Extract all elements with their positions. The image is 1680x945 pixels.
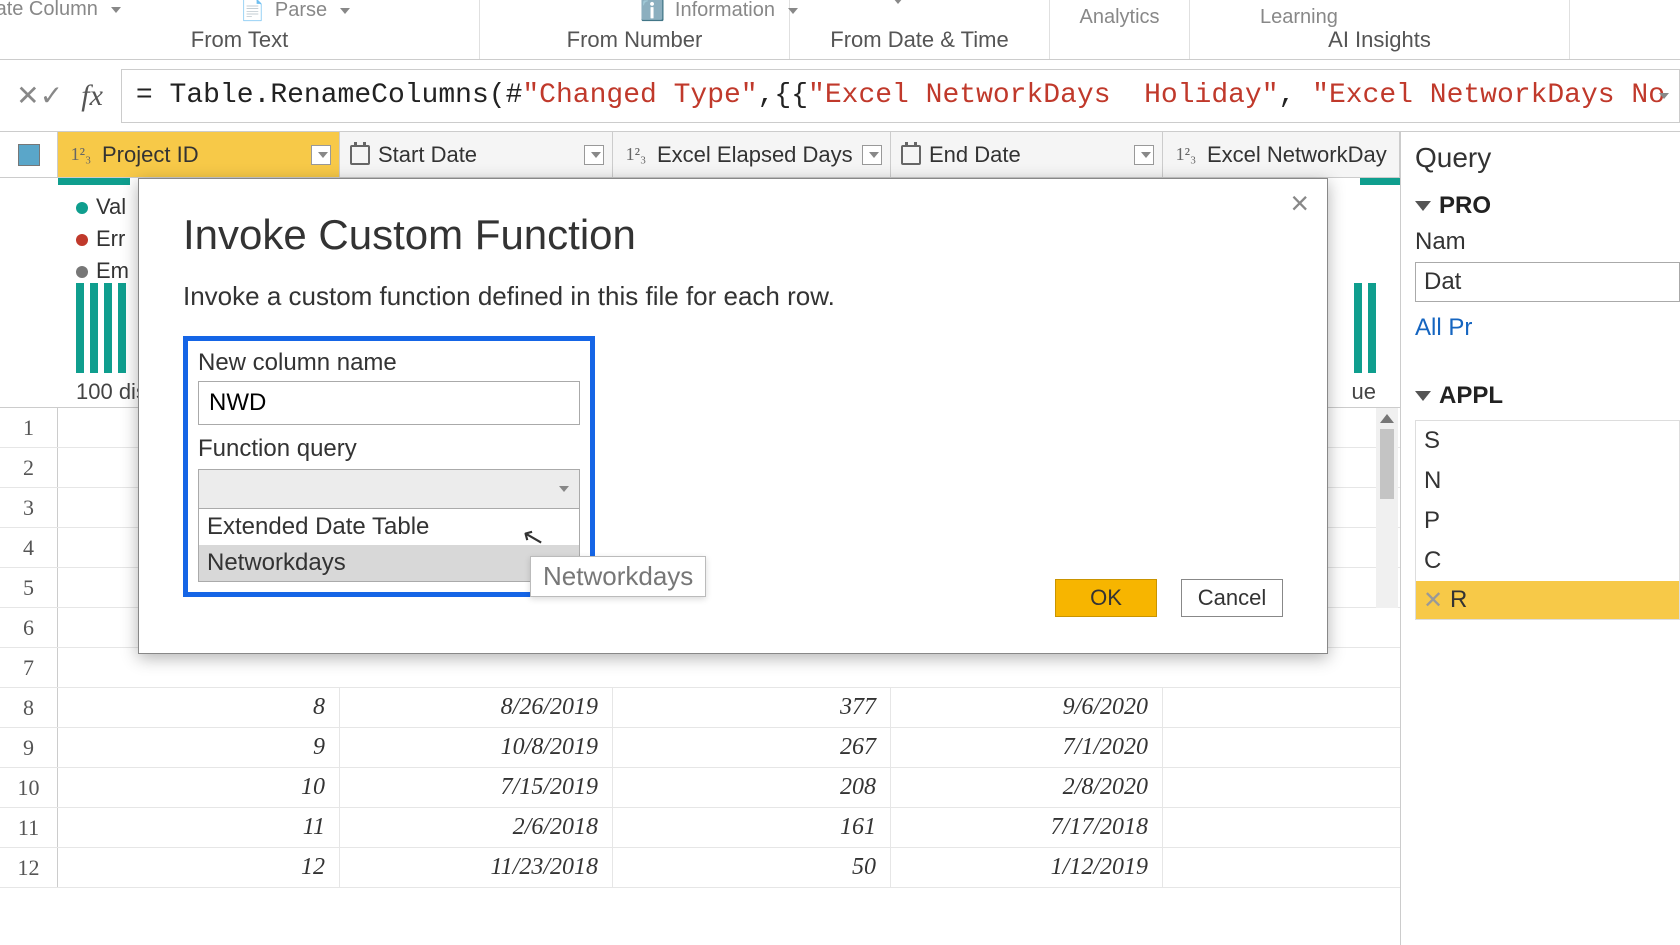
close-icon[interactable]: × [1290, 185, 1309, 222]
step-item[interactable]: P [1416, 501, 1679, 541]
vertical-scrollbar[interactable] [1376, 408, 1398, 608]
column-filter-icon[interactable] [1134, 145, 1154, 165]
formula-input[interactable]: = Table.RenameColumns(#"Changed Type",{{… [121, 69, 1680, 123]
tooltip: Networkdays [530, 556, 706, 597]
ribbon-group-datetime: From Date & Time [790, 0, 1050, 59]
panel-title: Query [1415, 142, 1680, 174]
dialog-description: Invoke a custom function defined in this… [183, 281, 1283, 312]
column-header-project-id[interactable]: 1²₃ Project ID [58, 132, 340, 177]
query-settings-panel: Query PRO Nam Dat All Pr APPL S N P C ✕ … [1400, 132, 1680, 945]
row-number[interactable]: 3 [0, 488, 58, 527]
option-networkdays[interactable]: Networkdays [199, 545, 579, 581]
ok-button[interactable]: OK [1055, 579, 1157, 617]
column-header-start-date[interactable]: Start Date [340, 132, 613, 177]
new-column-name-label: New column name [198, 349, 580, 377]
row-number[interactable]: 10 [0, 768, 58, 807]
step-item-active[interactable]: ✕ R [1416, 581, 1679, 619]
row-number[interactable]: 6 [0, 608, 58, 647]
info-btn[interactable]: ℹ️Information [640, 0, 798, 23]
caret-down-icon [1415, 201, 1431, 211]
row-number[interactable]: 11 [0, 808, 58, 847]
column-filter-icon[interactable] [584, 145, 604, 165]
formula-confirm-icon[interactable]: ✓ [40, 75, 64, 117]
formula-cancel-icon[interactable]: ✕ [16, 75, 40, 117]
column-headers: 1²₃ Project ID Start Date 1²₃ Excel Elap… [0, 132, 1400, 178]
ribbon-group-ai: Learning AI Insights [1190, 0, 1570, 59]
row-number[interactable]: 4 [0, 528, 58, 567]
function-query-options: Extended Date Table Networkdays [198, 509, 580, 582]
row-number[interactable]: 8 [0, 688, 58, 727]
date-type-icon [901, 145, 921, 165]
analytics-btn[interactable]: Analytics [1050, 0, 1190, 59]
new-column-name-input[interactable] [198, 381, 580, 425]
row-number[interactable]: 5 [0, 568, 58, 607]
ribbon-group-label: From Number [567, 27, 703, 53]
parse-btn[interactable]: 📄Parse [240, 0, 350, 23]
row-number[interactable]: 12 [0, 848, 58, 887]
dialog-title: Invoke Custom Function [183, 211, 1283, 259]
duplicate-column-btn[interactable]: Duplicate Column [0, 0, 121, 21]
option-extended-date-table[interactable]: Extended Date Table [199, 509, 579, 545]
date-type-icon [350, 145, 370, 165]
scroll-thumb[interactable] [1380, 429, 1394, 499]
ribbon-group-label: From Text [191, 27, 288, 53]
ribbon-group-text: Duplicate Column 📄Parse From Text [0, 0, 480, 59]
all-properties-link[interactable]: All Pr [1415, 314, 1680, 342]
row-number[interactable]: 7 [0, 648, 58, 687]
quality-legend: Val Err Em [76, 194, 129, 290]
name-label: Nam [1415, 228, 1680, 256]
row-number[interactable]: 2 [0, 448, 58, 487]
ribbon-group-label: AI Insights [1328, 27, 1431, 53]
formula-bar: ✕ ✓ fx = Table.RenameColumns(#"Changed T… [0, 60, 1680, 132]
column-header-elapsed-days[interactable]: 1²₃ Excel Elapsed Days [613, 132, 891, 177]
column-header-networkday[interactable]: 1²₃ Excel NetworkDay [1163, 132, 1400, 177]
distribution-bars [76, 283, 126, 373]
caret-down-icon [1415, 391, 1431, 401]
chevron-down-icon [559, 486, 569, 492]
column-header-end-date[interactable]: End Date [891, 132, 1163, 177]
query-name-input[interactable]: Dat [1415, 262, 1680, 302]
ribbon: Duplicate Column 📄Parse From Text ℹ️Info… [0, 0, 1680, 60]
step-item[interactable]: S [1416, 421, 1679, 461]
applied-steps-list: S N P C ✕ R [1415, 420, 1680, 620]
fx-icon[interactable]: fx [63, 79, 121, 113]
step-item[interactable]: C [1416, 541, 1679, 581]
distinct-count: 100 dis [76, 379, 147, 405]
function-query-select[interactable] [198, 469, 580, 509]
table-corner[interactable] [0, 132, 58, 177]
cancel-button[interactable]: Cancel [1181, 579, 1283, 617]
number-type-icon: 1²₃ [1173, 144, 1199, 165]
column-filter-icon[interactable] [862, 145, 882, 165]
row-number[interactable]: 9 [0, 728, 58, 767]
function-query-label: Function query [198, 435, 580, 463]
ribbon-group-number: ℹ️Information From Number [480, 0, 790, 59]
delete-step-icon[interactable]: ✕ [1422, 589, 1444, 611]
scroll-up-icon[interactable] [1380, 414, 1394, 423]
ribbon-group-label: From Date & Time [830, 27, 1008, 53]
applied-steps-section[interactable]: APPL [1415, 382, 1680, 410]
number-type-icon: 1²₃ [68, 144, 94, 165]
row-number[interactable]: 1 [0, 408, 58, 447]
step-item[interactable]: N [1416, 461, 1679, 501]
invoke-custom-function-dialog: × Invoke Custom Function Invoke a custom… [138, 178, 1328, 654]
number-type-icon: 1²₃ [623, 144, 649, 165]
properties-section[interactable]: PRO [1415, 192, 1680, 220]
column-filter-icon[interactable] [311, 145, 331, 165]
formula-expand-icon[interactable] [1659, 93, 1669, 99]
